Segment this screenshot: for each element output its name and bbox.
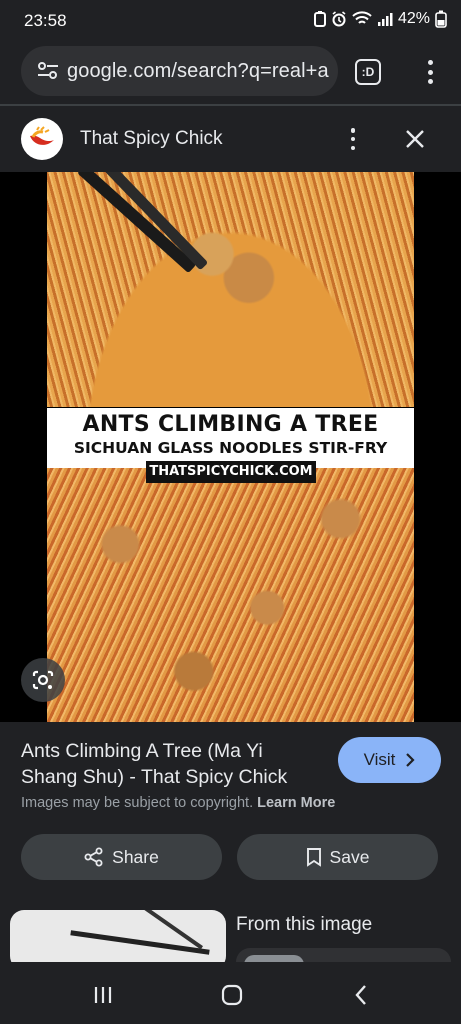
status-bar: 23:58 42% [0,0,461,42]
alarm-icon [332,11,346,27]
noodle-photo-bottom [47,468,414,722]
copyright-notice: Images may be subject to copyright. Learn… [21,795,335,811]
chili-logo-icon[interactable] [21,118,63,160]
result-title[interactable]: Ants Climbing A Tree (Ma Yi Shang Shu) -… [21,738,321,790]
image-source-header: That Spicy Chick [0,106,461,172]
signal-icon [377,13,393,26]
related-image-thumbnail[interactable] [10,910,226,970]
visit-button[interactable]: Visit [338,737,441,783]
address-bar[interactable]: google.com/search?q=real+a [21,46,338,96]
close-icon[interactable] [402,126,428,152]
home-icon[interactable] [217,980,247,1010]
image-title-band: ANTS CLIMBING A TREE SICHUAN GLASS NOODL… [47,408,414,468]
save-button[interactable]: Save [237,834,438,880]
share-label: Share [112,846,159,867]
result-info-panel: Ants Climbing A Tree (Ma Yi Shang Shu) -… [0,722,461,902]
status-icons: 42% [313,10,447,28]
back-icon[interactable] [346,980,376,1010]
related-section: From this image [0,902,461,978]
copyright-text: Images may be subject to copyright. [21,795,254,811]
share-icon [84,847,103,867]
google-lens-icon[interactable] [21,658,65,702]
noodle-photo-top [47,172,414,407]
recipe-image[interactable]: ANTS CLIMBING A TREE SICHUAN GLASS NOODL… [47,172,414,722]
recents-icon[interactable] [88,980,118,1010]
bookmark-icon [306,848,321,867]
image-headline: ANTS CLIMBING A TREE [82,412,379,437]
source-name[interactable]: That Spicy Chick [80,128,223,150]
system-nav-bar [0,962,461,1024]
nfc-icon [313,11,326,27]
image-viewer[interactable]: ANTS CLIMBING A TREE SICHUAN GLASS NOODL… [0,172,461,722]
url-text[interactable]: google.com/search?q=real+a [67,60,329,83]
battery-percent: 42% [397,10,430,27]
save-label: Save [329,846,370,867]
battery-icon [435,10,447,28]
wifi-icon [352,11,372,24]
browser-toolbar: google.com/search?q=real+a :D [0,42,461,104]
image-site-tag: THATSPICYCHICK.COM [146,461,316,483]
visit-label: Visit [363,750,396,769]
image-subhead: SICHUAN GLASS NOODLES STIR-FRY [73,439,388,457]
related-heading: From this image [236,914,373,935]
chevron-right-icon [406,753,415,767]
more-vert-icon[interactable] [420,57,440,87]
status-time: 23:58 [24,11,67,30]
share-button[interactable]: Share [21,834,222,880]
site-settings-icon[interactable] [21,46,61,96]
learn-more-link[interactable]: Learn More [257,795,335,811]
more-vert-icon[interactable] [346,126,360,152]
tab-switcher-icon[interactable]: :D [355,59,381,85]
